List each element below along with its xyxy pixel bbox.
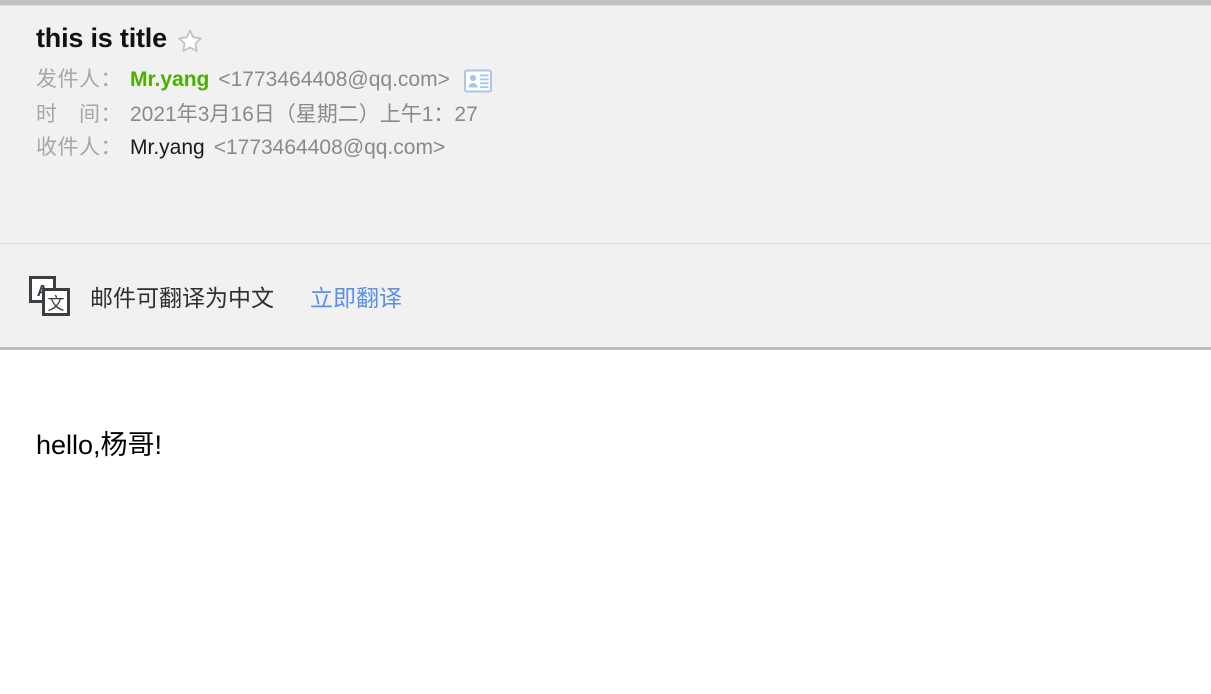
svg-text:文: 文 [48, 294, 65, 314]
translate-icon: A 文 [28, 275, 72, 317]
page-title: this is title [36, 23, 167, 53]
sender-row: 发件人： Mr.yang <1773464408@qq.com> [36, 68, 1201, 93]
translate-now-link[interactable]: 立即翻译 [310, 279, 402, 313]
mail-body-text: hello,杨哥! [36, 430, 163, 460]
recipient-address[interactable]: <1773464408@qq.com> [214, 137, 446, 158]
recipient-name[interactable]: Mr.yang [130, 137, 205, 158]
star-outline-icon[interactable] [177, 28, 203, 54]
sender-name[interactable]: Mr.yang [130, 69, 209, 90]
subject-row: this is title [36, 23, 1201, 54]
translate-bar: A 文 邮件可翻译为中文 立即翻译 [0, 244, 1211, 350]
mail-reading-pane: this is title 发件人： Mr.yang <1773464408@q… [0, 0, 1211, 694]
sender-address[interactable]: <1773464408@qq.com> [218, 69, 450, 90]
time-value: 2021年3月16日（星期二）上午1：27 [130, 102, 478, 126]
contact-card-icon[interactable] [463, 69, 492, 93]
sender-label: 发件人： [36, 68, 122, 92]
time-row: 时 间： 2021年3月16日（星期二）上午1：27 [36, 104, 1201, 125]
mail-body: hello,杨哥! [0, 350, 1211, 692]
mail-header: this is title 发件人： Mr.yang <1773464408@q… [0, 6, 1211, 244]
translate-notice: 邮件可翻译为中文 [90, 284, 274, 311]
recipient-row: 收件人： Mr.yang <1773464408@qq.com> [36, 137, 1201, 158]
time-label: 时 间： [36, 102, 122, 126]
recipient-label: 收件人： [36, 135, 122, 159]
